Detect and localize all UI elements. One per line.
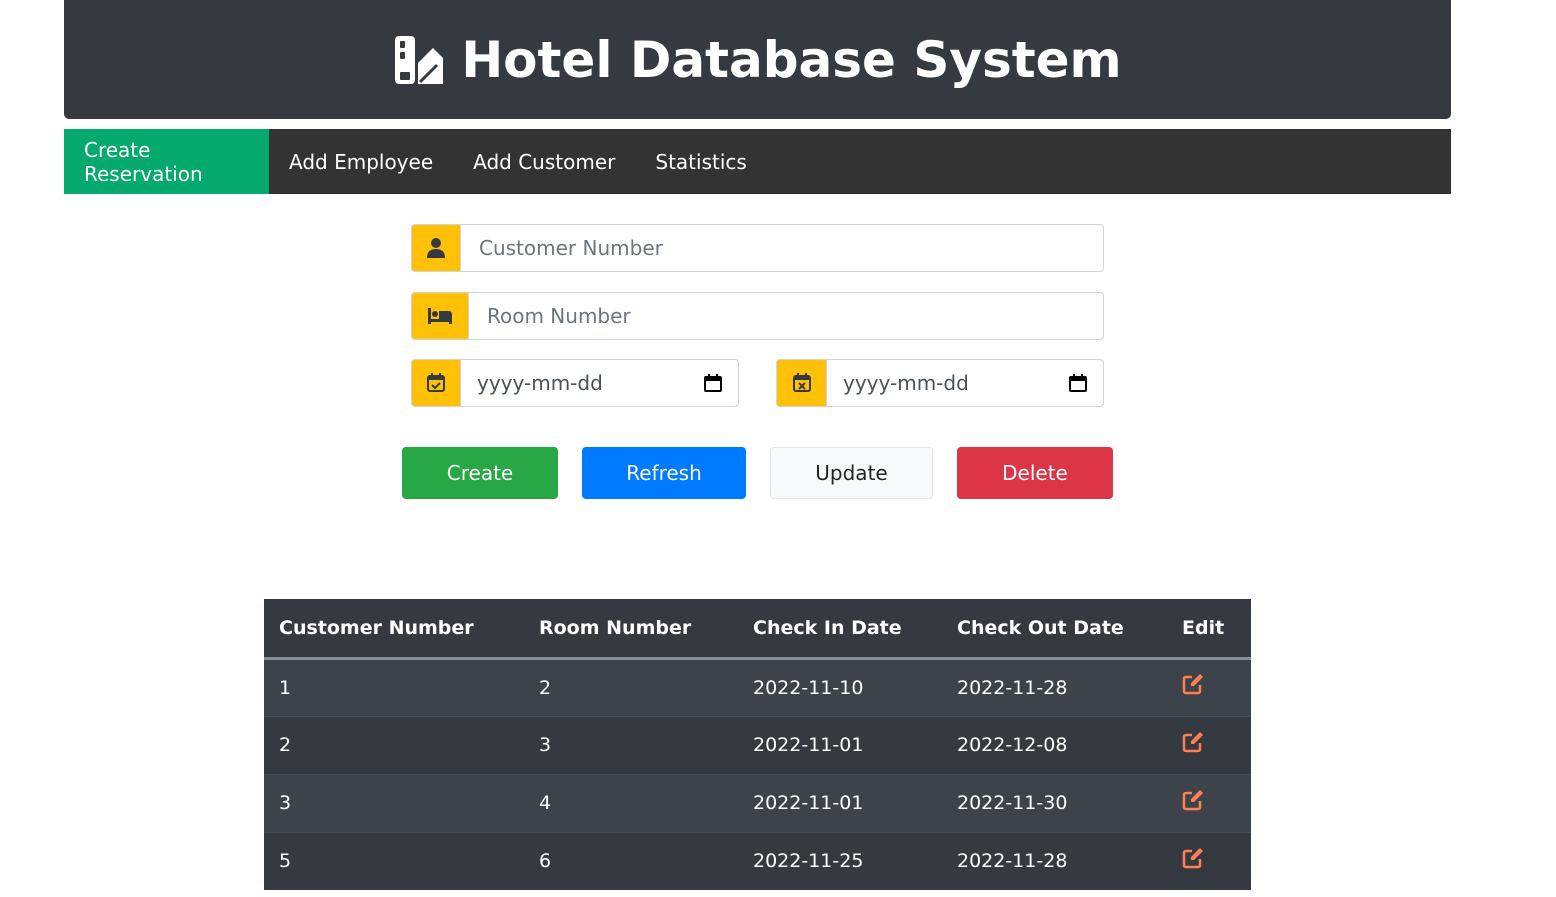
tab-add-employee[interactable]: Add Employee — [269, 129, 453, 194]
customer-number-input[interactable] — [477, 235, 1087, 261]
table-row[interactable]: 5 6 2022-11-25 2022-11-28 — [264, 831, 1251, 890]
check-out-date-placeholder: yyyy-mm-dd — [843, 371, 969, 395]
check-in-date-input[interactable]: yyyy-mm-dd — [460, 359, 739, 407]
table-row[interactable]: 2 3 2022-11-01 2022-12-08 — [264, 715, 1251, 774]
table-cell: 2022-11-10 — [738, 657, 942, 716]
customer-number-group — [411, 224, 1104, 272]
tab-add-customer[interactable]: Add Customer — [453, 129, 635, 194]
room-number-group — [411, 292, 1104, 340]
page-header: Hotel Database System — [64, 0, 1451, 119]
check-in-date-placeholder: yyyy-mm-dd — [477, 371, 603, 395]
column-header: Customer Number — [264, 599, 524, 660]
table-cell: 2022-11-25 — [738, 831, 942, 890]
table-cell: 6 — [524, 831, 738, 890]
check-out-date-input[interactable]: yyyy-mm-dd — [826, 359, 1104, 407]
column-header: Edit — [1167, 599, 1251, 660]
room-number-field — [468, 292, 1104, 340]
edit-cell — [1167, 831, 1251, 890]
table-row[interactable]: 1 2 2022-11-10 2022-11-28 — [264, 657, 1251, 716]
calendar-x-icon — [792, 373, 811, 392]
table-cell: 2022-11-28 — [942, 831, 1167, 890]
table-cell: 2022-11-01 — [738, 773, 942, 832]
calendar-picker-icon[interactable] — [1069, 374, 1087, 392]
refresh-button[interactable]: Refresh — [582, 447, 746, 499]
table-cell: 2022-11-30 — [942, 773, 1167, 832]
table-header-row: Customer Number Room Number Check In Dat… — [264, 599, 1251, 660]
edit-icon[interactable] — [1182, 673, 1204, 695]
column-header: Room Number — [524, 599, 738, 660]
check-out-group: yyyy-mm-dd — [776, 359, 1104, 407]
calendar-check-icon — [427, 373, 445, 392]
hotel-icon — [395, 35, 444, 84]
table-cell: 2 — [264, 715, 524, 774]
table-cell: 5 — [264, 831, 524, 890]
page-title: Hotel Database System — [461, 30, 1122, 89]
table-cell: 2022-12-08 — [942, 715, 1167, 774]
table-cell: 3 — [264, 773, 524, 832]
column-header: Check In Date — [738, 599, 942, 660]
edit-icon[interactable] — [1182, 789, 1204, 811]
edit-cell — [1167, 657, 1251, 716]
table-cell: 2 — [524, 657, 738, 716]
check-in-group: yyyy-mm-dd — [411, 359, 739, 407]
bed-icon — [428, 308, 452, 324]
top-nav: Create Reservation Add Employee Add Cust… — [64, 129, 1451, 194]
calendar-picker-icon[interactable] — [704, 374, 722, 392]
table-row[interactable]: 3 4 2022-11-01 2022-11-30 — [264, 773, 1251, 832]
check-out-icon-box — [776, 359, 826, 407]
tab-create-reservation[interactable]: Create Reservation — [64, 129, 269, 194]
edit-cell — [1167, 715, 1251, 774]
edit-icon[interactable] — [1182, 847, 1204, 869]
column-header: Check Out Date — [942, 599, 1167, 660]
update-button[interactable]: Update — [770, 447, 933, 499]
table-cell: 2022-11-01 — [738, 715, 942, 774]
customer-icon-box — [411, 224, 460, 272]
create-button[interactable]: Create — [402, 447, 558, 499]
table-cell: 1 — [264, 657, 524, 716]
room-icon-box — [411, 292, 468, 340]
table-cell: 2022-11-28 — [942, 657, 1167, 716]
table-cell: 3 — [524, 715, 738, 774]
customer-number-field — [460, 224, 1104, 272]
table-cell: 4 — [524, 773, 738, 832]
reservations-table: Customer Number Room Number Check In Dat… — [264, 599, 1251, 890]
room-number-input[interactable] — [485, 303, 1087, 329]
tab-statistics[interactable]: Statistics — [635, 129, 766, 194]
user-icon — [427, 238, 445, 258]
edit-cell — [1167, 773, 1251, 832]
check-in-icon-box — [411, 359, 460, 407]
delete-button[interactable]: Delete — [957, 447, 1113, 499]
edit-icon[interactable] — [1182, 731, 1204, 753]
